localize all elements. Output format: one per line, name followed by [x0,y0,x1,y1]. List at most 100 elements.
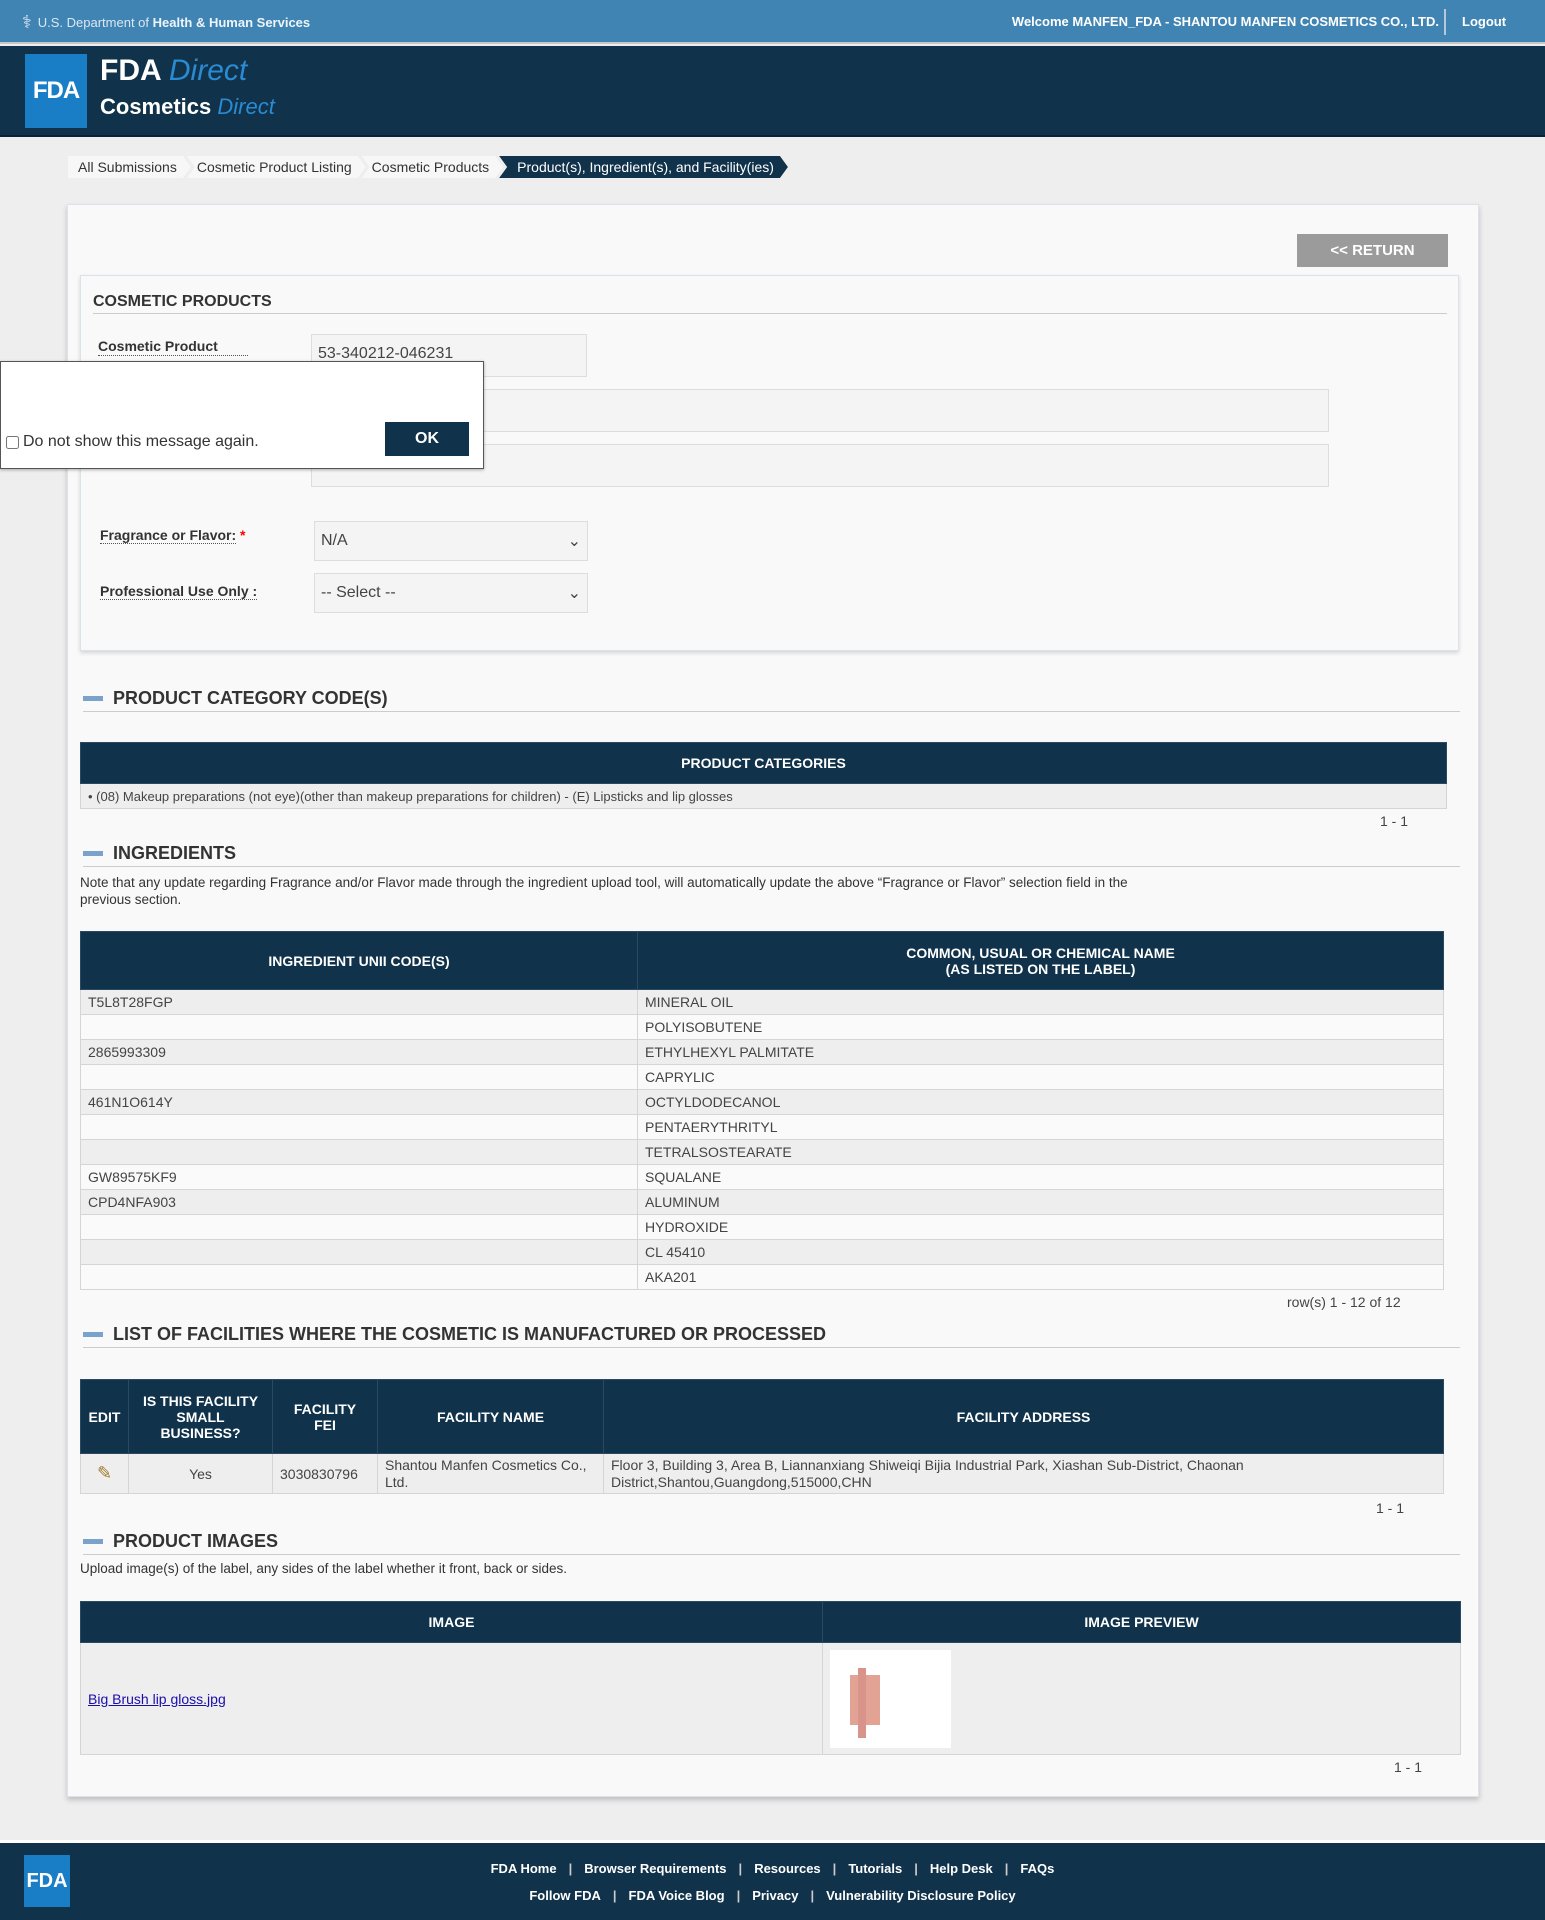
table-row: Big Brush lip gloss.jpg [80,1642,1461,1755]
footer-link[interactable]: Vulnerability Disclosure Policy [826,1888,1016,1903]
collapse-icon[interactable] [83,851,103,856]
footer-link[interactable]: FDA Voice Blog [629,1888,725,1903]
chevron-down-icon: ⌄ [567,585,581,602]
edit-pencil-icon[interactable]: ✎ [97,1463,112,1483]
unii-code [80,1239,638,1265]
collapse-icon[interactable] [83,1539,103,1544]
table-row: • (08) Makeup preparations (not eye)(oth… [80,783,1447,809]
breadcrumb-product-listing[interactable]: Cosmetic Product Listing [187,156,366,178]
column-header: FACILITY ADDRESS [603,1379,1444,1454]
unii-code [80,1214,638,1240]
ingredient-name: ALUMINUM [637,1189,1444,1215]
table-row: CAPRYLIC [80,1064,1444,1090]
edit-cell[interactable]: ✎ [80,1453,129,1494]
message-dialog: Do not show this message again. OK [0,361,484,469]
footer-link[interactable]: Privacy [752,1888,798,1903]
cosmetics-direct-brand: Cosmetics Direct [100,94,275,119]
breadcrumb: All Submissions Cosmetic Product Listing… [68,156,784,178]
divider: | [832,1861,837,1876]
column-header: IS THIS FACILITY SMALL BUSINESS? [128,1379,273,1454]
welcome-text: Welcome MANFEN_FDA - SHANTOU MANFEN COSM… [1011,14,1439,29]
ok-button[interactable]: OK [385,422,469,456]
fda-logo[interactable]: FDA [25,54,87,128]
unii-code [80,1139,638,1165]
dont-show-again[interactable]: Do not show this message again. [6,433,259,451]
image-file-link[interactable]: Big Brush lip gloss.jpg [88,1691,226,1707]
table-row: 2865993309 ETHYLHEXYL PALMITATE [80,1039,1444,1065]
unii-code: 461N1O614Y [80,1089,638,1115]
footer-link[interactable]: FDA Home [491,1861,557,1876]
ingredient-name: HYDROXIDE [637,1214,1444,1240]
footer-link[interactable]: Tutorials [848,1861,902,1876]
column-header: COMMON, USUAL OR CHEMICAL NAME (AS LISTED… [637,931,1444,990]
unii-code [80,1014,638,1040]
unii-code [80,1064,638,1090]
unii-code: CPD4NFA903 [80,1189,638,1215]
ingredient-name: PENTAERYTHRITYL [637,1114,1444,1140]
breadcrumb-cosmetic-products[interactable]: Cosmetic Products [362,156,503,178]
ingredient-name: CL 45410 [637,1239,1444,1265]
divider: | [1004,1861,1009,1876]
fragrance-select[interactable]: N/A ⌄ [314,521,588,561]
divider: | [810,1888,815,1903]
table-row: PENTAERYTHRITYL [80,1114,1444,1140]
listing-number-label: Cosmetic Product Listing Number: [98,338,248,356]
footer-link[interactable]: Resources [754,1861,820,1876]
column-header: FACILITY FEI [272,1379,378,1454]
image-preview-thumbnail[interactable] [830,1649,951,1748]
facilities-header: LIST OF FACILITIES WHERE THE COSMETIC IS… [83,1324,1460,1348]
return-button[interactable]: << RETURN [1297,234,1448,267]
section-title: COSMETIC PRODUCTS [93,293,1447,314]
footer-link[interactable]: Help Desk [930,1861,993,1876]
breadcrumb-all-submissions[interactable]: All Submissions [68,156,191,178]
footer-link[interactable]: FAQs [1020,1861,1054,1876]
images-header: PRODUCT IMAGES [83,1531,1460,1555]
collapse-icon[interactable] [83,1332,103,1337]
images-pager: 1 - 1 [1394,1759,1423,1775]
hhs-eagle-icon: ⚕ [22,12,32,32]
table-row: GW89575KF9 SQUALANE [80,1164,1444,1190]
divider: | [568,1861,573,1876]
chevron-down-icon: ⌄ [567,533,581,550]
fragrance-label-wrap: Fragrance or Flavor: * [100,527,246,544]
footer-links-row1: FDA Home | Browser Requirements | Resources |… [0,1861,1545,1876]
footer-link[interactable]: Follow FDA [529,1888,601,1903]
table-row: ✎ Yes 3030830796 Shantou Manfen Cosmetic… [80,1453,1444,1494]
logout-link[interactable]: Logout [1462,14,1506,29]
professional-use-label: Professional Use Only : [100,583,258,600]
unii-code [80,1264,638,1290]
divider: | [914,1861,918,1876]
column-header: INGREDIENT UNII CODE(S) [80,931,638,990]
ingredients-table: INGREDIENT UNII CODE(S) COMMON, USUAL OR … [80,931,1444,1290]
facilities-pager: 1 - 1 [1376,1500,1405,1516]
ingredient-name: AKA201 [637,1264,1444,1290]
ingredient-name: SQUALANE [637,1164,1444,1190]
column-header: EDIT [80,1379,129,1454]
table-row: CPD4NFA903 ALUMINUM [80,1189,1444,1215]
professional-use-select[interactable]: -- Select -- ⌄ [314,573,588,613]
unii-code: T5L8T28FGP [80,989,638,1015]
ingredient-name: POLYISOBUTENE [637,1014,1444,1040]
categories-header: PRODUCT CATEGORY CODE(S) [83,688,1460,712]
hhs-banner: ⚕ U.S. Department of Health & Human Servi… [22,12,311,32]
table-row: TETRALSOSTEARATE [80,1139,1444,1165]
footer-link[interactable]: Browser Requirements [584,1861,726,1876]
unii-code [80,1114,638,1140]
collapse-icon[interactable] [83,696,103,701]
breadcrumb-current: Product(s), Ingredient(s), and Facility(… [499,156,788,178]
table-row: AKA201 [80,1264,1444,1290]
divider: | [738,1861,743,1876]
footer: FDA FDA Home | Browser Requirements | Resour… [0,1840,1545,1920]
categories-table: PRODUCT CATEGORIES • (08) Makeup prepara… [80,742,1447,809]
divider: | [736,1888,741,1903]
unii-code: 2865993309 [80,1039,638,1065]
table-row: 461N1O614Y OCTYLDODECANOL [80,1089,1444,1115]
table-row: HYDROXIDE [80,1214,1444,1240]
footer-links-row2: Follow FDA | FDA Voice Blog | Privacy | Vulner… [0,1888,1545,1903]
column-header: IMAGE PREVIEW [822,1601,1461,1643]
ingredient-name: CAPRYLIC [637,1064,1444,1090]
ingredient-name: TETRALSOSTEARATE [637,1139,1444,1165]
divider [1444,9,1446,35]
dont-show-checkbox[interactable] [6,435,19,449]
ingredient-name: OCTYLDODECANOL [637,1089,1444,1115]
